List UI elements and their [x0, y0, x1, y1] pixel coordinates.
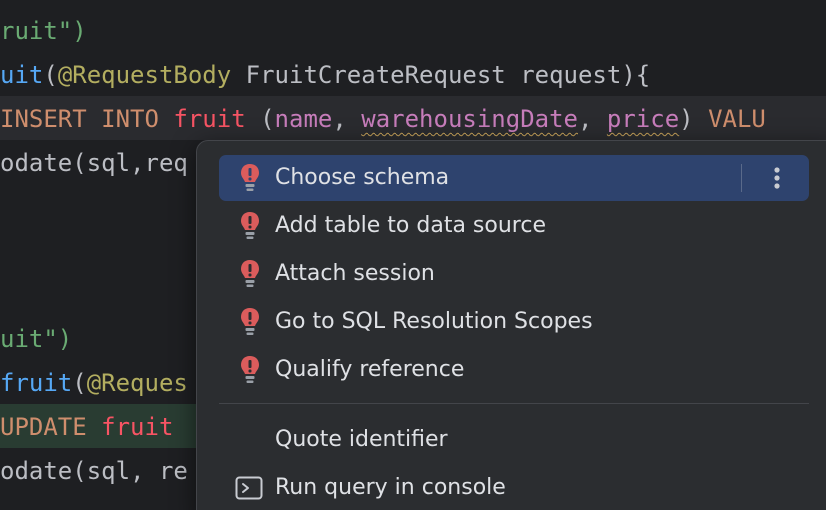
code-token: (	[43, 61, 58, 89]
red-bulb-icon	[241, 260, 259, 287]
menu-item-label: Qualify reference	[275, 357, 465, 382]
menu-item-label: Choose schema	[275, 165, 450, 190]
ide-window: ruit") uit(@RequestBody FruitCreateReque…	[0, 0, 826, 510]
code-token: FruitCreateRequest request){	[231, 61, 651, 89]
intention-actions-popup: Choose schema Add table to data source A…	[196, 140, 826, 510]
red-bulb-icon	[241, 356, 259, 383]
code-token: warehousingDate	[361, 105, 578, 133]
code-token: ruit	[0, 17, 58, 45]
code-token: (	[72, 369, 87, 397]
code-token: @Reques	[86, 369, 188, 397]
item-separator	[741, 164, 742, 192]
code-token: ,	[578, 105, 607, 133]
code-token: price	[606, 105, 680, 133]
code-token: fruit	[101, 413, 174, 441]
menu-item-choose-schema[interactable]: Choose schema	[219, 155, 809, 201]
code-token: @RequestBody	[57, 61, 232, 89]
red-bulb-icon	[241, 164, 259, 191]
menu-item-qualify-reference[interactable]: Qualify reference	[219, 347, 809, 393]
menu-item-attach-session[interactable]: Attach session	[219, 251, 809, 297]
code-token: UPDATE	[0, 413, 102, 441]
code-token: odate(sql, re	[0, 457, 188, 485]
code-token: VALU	[708, 105, 766, 133]
menu-item-run-query-console[interactable]: Run query in console	[219, 465, 809, 510]
menu-item-quote-identifier[interactable]: Quote identifier	[219, 417, 809, 463]
code-token: INSERT INTO	[0, 105, 174, 133]
vertical-ellipsis-icon[interactable]	[759, 159, 795, 197]
code-token: fruit	[0, 369, 73, 397]
console-icon	[235, 476, 263, 500]
code-token: uit")	[0, 325, 73, 353]
menu-item-add-table[interactable]: Add table to data source	[219, 203, 809, 249]
menu-item-label: Add table to data source	[275, 213, 546, 238]
menu-item-label: Quote identifier	[275, 427, 448, 452]
code-token: )	[679, 105, 709, 133]
menu-item-label: Run query in console	[275, 475, 506, 500]
code-line-2[interactable]: uit(@RequestBody FruitCreateRequest requ…	[0, 55, 826, 95]
red-bulb-icon	[241, 212, 259, 239]
menu-item-label: Go to SQL Resolution Scopes	[275, 309, 593, 334]
code-token: ")	[57, 17, 87, 45]
menu-item-label: Attach session	[275, 261, 435, 286]
code-token: odate(sql,req	[0, 149, 188, 177]
code-token: name	[274, 105, 333, 133]
code-token: (	[245, 105, 275, 133]
code-token: fruit	[173, 105, 246, 133]
red-bulb-icon	[241, 308, 259, 335]
code-line-1[interactable]: ruit")	[0, 11, 826, 51]
menu-item-sql-resolution-scopes[interactable]: Go to SQL Resolution Scopes	[219, 299, 809, 345]
code-token: ,	[332, 105, 362, 133]
menu-divider	[219, 403, 809, 404]
code-line-3[interactable]: INSERT INTO fruit (name, warehousingDate…	[0, 99, 826, 139]
code-token: uit	[0, 61, 44, 89]
